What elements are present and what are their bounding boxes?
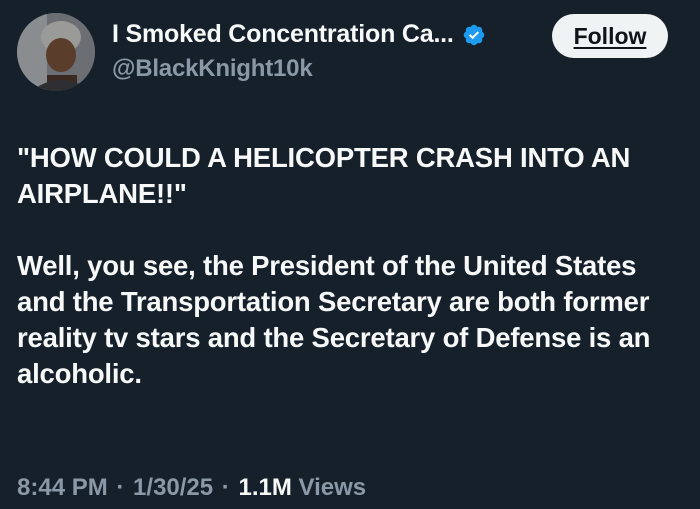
tweet-paragraph: Well, you see, the President of the Unit… — [17, 250, 651, 389]
verified-badge-icon[interactable] — [462, 23, 486, 47]
tweet-card: I Smoked Concentration Ca... @BlackKnigh… — [0, 0, 700, 509]
avatar[interactable] — [17, 13, 95, 91]
follow-button[interactable]: Follow — [552, 14, 668, 58]
author-display-name[interactable]: I Smoked Concentration Ca... — [112, 20, 454, 49]
meta-separator: · — [221, 474, 230, 501]
author-name-row[interactable]: I Smoked Concentration Ca... — [112, 20, 486, 49]
tweet-time[interactable]: 8:44 PM — [17, 474, 108, 501]
author-handle[interactable]: @BlackKnight10k — [112, 55, 313, 83]
tweet-paragraph: "HOW COULD A HELICOPTER CRASH INTO AN AI… — [17, 142, 631, 209]
tweet-text: "HOW COULD A HELICOPTER CRASH INTO AN AI… — [17, 140, 687, 392]
tweet-meta: 8:44 PM · 1/30/25 · 1.1M Views — [17, 474, 366, 502]
views-count: 1.1M — [238, 474, 292, 501]
views-label: Views — [298, 474, 367, 501]
person-avatar-icon — [17, 13, 95, 91]
tweet-date[interactable]: 1/30/25 — [133, 474, 213, 501]
meta-separator: · — [116, 474, 125, 501]
